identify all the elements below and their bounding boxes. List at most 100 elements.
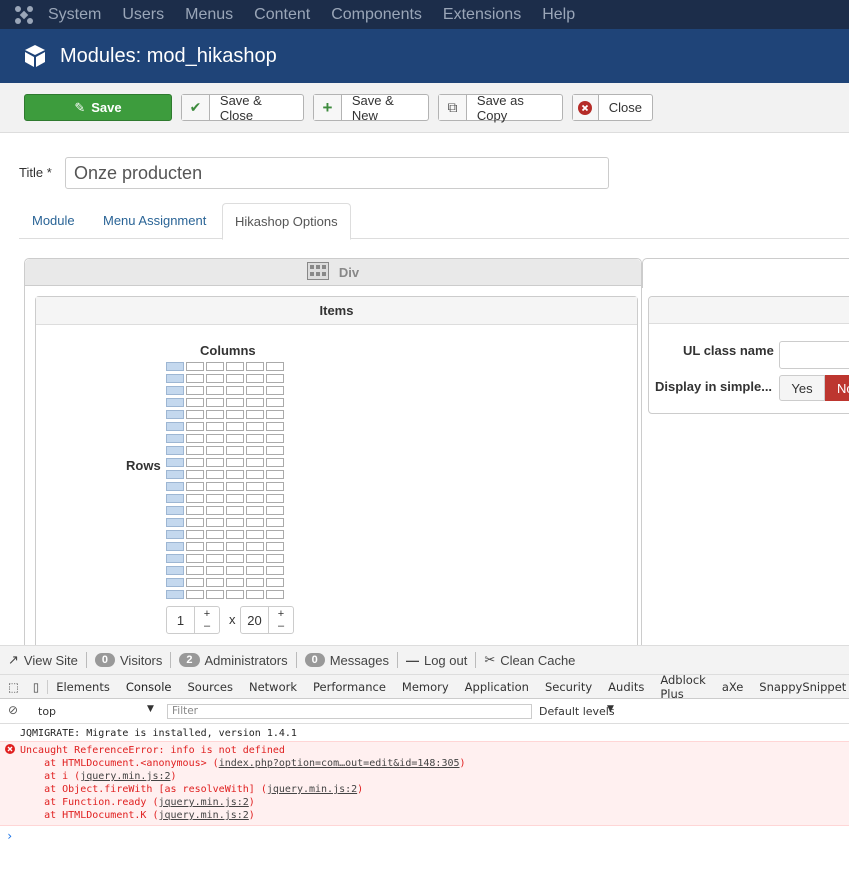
grid-cell[interactable]	[246, 374, 264, 383]
grid-cell[interactable]	[206, 422, 224, 431]
grid-cell[interactable]	[206, 434, 224, 443]
grid-cell[interactable]	[246, 518, 264, 527]
grid-cell[interactable]	[246, 458, 264, 467]
grid-cell[interactable]	[206, 530, 224, 539]
devtools-tab-elements[interactable]: Elements	[48, 680, 118, 694]
nav-components[interactable]: Components	[331, 6, 422, 24]
tab-menu-assignment[interactable]: Menu Assignment	[91, 203, 218, 239]
visitors-item[interactable]: 0 Visitors	[87, 652, 172, 668]
grid-cell[interactable]	[186, 422, 204, 431]
grid-cell[interactable]	[266, 494, 284, 503]
grid-cell[interactable]	[206, 506, 224, 515]
devtools-tab-sources[interactable]: Sources	[179, 680, 241, 694]
grid-cell[interactable]	[226, 422, 244, 431]
device-toggle-icon[interactable]: ▯	[25, 679, 49, 694]
grid-cell[interactable]	[166, 386, 184, 395]
grid-cell[interactable]	[186, 578, 204, 587]
grid-cell[interactable]	[166, 566, 184, 575]
close-button[interactable]: Close	[572, 94, 653, 121]
devtools-tab-axe[interactable]: aXe	[714, 680, 751, 694]
grid-cell[interactable]	[226, 446, 244, 455]
grid-cell[interactable]	[266, 458, 284, 467]
grid-cell[interactable]	[226, 542, 244, 551]
grid-cell[interactable]	[266, 470, 284, 479]
grid-cell[interactable]	[166, 542, 184, 551]
grid-cell[interactable]	[186, 410, 204, 419]
grid-cell[interactable]	[206, 542, 224, 551]
grid-cell[interactable]	[206, 494, 224, 503]
devtools-tab-security[interactable]: Security	[537, 680, 600, 694]
columns-stepper[interactable]: 1 + –	[166, 606, 220, 634]
grid-cell[interactable]	[206, 374, 224, 383]
grid-cell[interactable]	[266, 446, 284, 455]
grid-cell[interactable]	[246, 566, 264, 575]
stack-link[interactable]: jquery.min.js:2	[158, 797, 248, 808]
rows-value[interactable]: 20	[241, 607, 269, 633]
grid-cell[interactable]	[186, 434, 204, 443]
save-new-button[interactable]: + Save & New	[313, 93, 429, 123]
nav-help[interactable]: Help	[542, 6, 575, 24]
grid-cell[interactable]	[206, 578, 224, 587]
no-toggle[interactable]: No	[825, 375, 849, 401]
grid-cell[interactable]	[206, 482, 224, 491]
levels-select[interactable]: Default levels	[539, 705, 615, 718]
stack-link[interactable]: jquery.min.js:2	[158, 810, 248, 821]
grid-cell[interactable]	[226, 458, 244, 467]
stack-link[interactable]: jquery.min.js:2	[267, 784, 357, 795]
grid-cell[interactable]	[206, 362, 224, 371]
devtools-tab-performance[interactable]: Performance	[305, 680, 394, 694]
joomla-logo-icon[interactable]	[0, 5, 48, 25]
grid-cell[interactable]	[266, 422, 284, 431]
clean-cache-link[interactable]: ✂ Clean Cache	[476, 652, 583, 668]
grid-cell[interactable]	[246, 470, 264, 479]
grid-cell[interactable]	[226, 494, 244, 503]
grid-cell[interactable]	[166, 410, 184, 419]
grid-cell[interactable]	[246, 506, 264, 515]
devtools-tab-snappysnippet[interactable]: SnappySnippet	[751, 680, 849, 694]
grid-cell[interactable]	[186, 386, 204, 395]
nav-extensions[interactable]: Extensions	[443, 6, 521, 24]
grid-cell[interactable]	[226, 374, 244, 383]
grid-cell[interactable]	[206, 566, 224, 575]
grid-cell[interactable]	[226, 554, 244, 563]
grid-cell[interactable]	[166, 398, 184, 407]
grid-cell[interactable]	[226, 362, 244, 371]
grid-cell[interactable]	[166, 470, 184, 479]
clear-console-icon[interactable]: ⊘	[8, 703, 18, 717]
grid-cell[interactable]	[266, 530, 284, 539]
grid-cell[interactable]	[266, 374, 284, 383]
grid-cell[interactable]	[186, 374, 204, 383]
grid-cell[interactable]	[266, 542, 284, 551]
grid-cell[interactable]	[206, 518, 224, 527]
logout-link[interactable]: — Log out	[398, 652, 477, 668]
nav-content[interactable]: Content	[254, 6, 310, 24]
rows-stepper[interactable]: 20 + –	[240, 606, 294, 634]
devtools-tab-audits[interactable]: Audits	[600, 680, 652, 694]
grid-cell[interactable]	[166, 578, 184, 587]
grid-cell[interactable]	[186, 518, 204, 527]
grid-cell[interactable]	[266, 434, 284, 443]
grid-cell[interactable]	[246, 446, 264, 455]
grid-cell[interactable]	[206, 470, 224, 479]
console-prompt[interactable]: ›	[6, 829, 13, 843]
grid-cell[interactable]	[246, 494, 264, 503]
grid-cell[interactable]	[226, 386, 244, 395]
grid-cell[interactable]	[206, 386, 224, 395]
grid-cell[interactable]	[186, 482, 204, 491]
grid-cell[interactable]	[266, 566, 284, 575]
nav-users[interactable]: Users	[122, 6, 164, 24]
grid-cell[interactable]	[186, 530, 204, 539]
grid-cell[interactable]	[246, 398, 264, 407]
grid-cell[interactable]	[266, 590, 284, 599]
grid-cell[interactable]	[246, 578, 264, 587]
grid-cell[interactable]	[226, 518, 244, 527]
grid-cell[interactable]	[266, 482, 284, 491]
columns-stepper-arrows[interactable]: + –	[195, 607, 219, 633]
grid-cell[interactable]	[166, 446, 184, 455]
view-site-link[interactable]: ↗ View Site	[0, 652, 87, 668]
grid-cell[interactable]	[246, 542, 264, 551]
grid-cell[interactable]	[166, 506, 184, 515]
grid-cell[interactable]	[226, 434, 244, 443]
grid-cell[interactable]	[166, 422, 184, 431]
grid-cell[interactable]	[266, 386, 284, 395]
